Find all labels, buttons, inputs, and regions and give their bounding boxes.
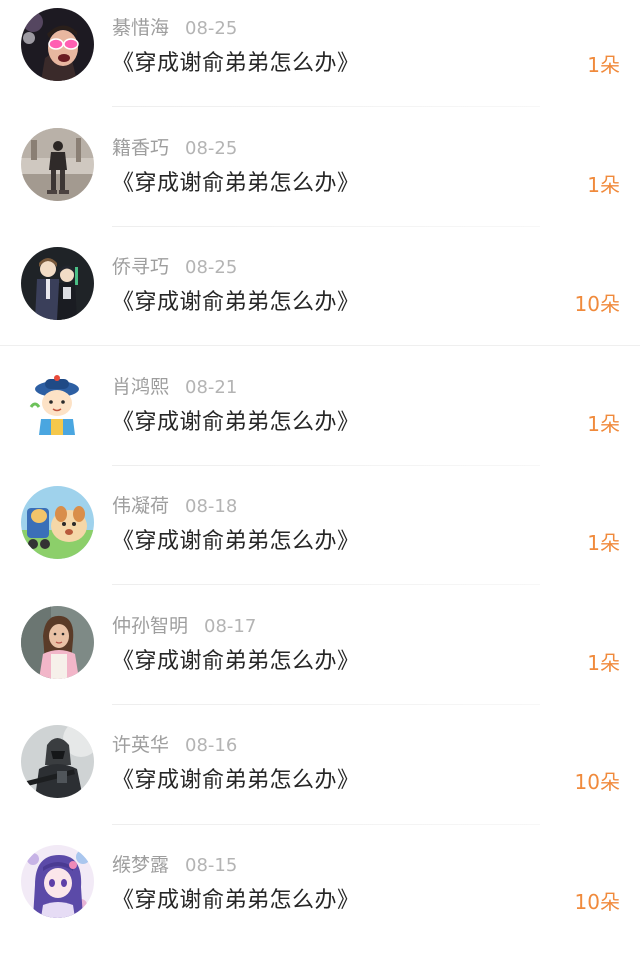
book-title[interactable]: 《穿成谢俞弟弟怎么办》 [112,526,360,558]
avatar[interactable] [21,486,94,559]
flower-count: 1朵 [587,173,620,197]
avatar[interactable] [21,367,94,440]
send-date: 08-15 [185,855,238,876]
divider [112,226,540,227]
sender-name[interactable]: 綦惜海 [112,17,169,39]
sender-meta: 伟凝荷 08-18 [112,492,237,520]
book-title[interactable]: 《穿成谢俞弟弟怎么办》 [112,287,360,319]
avatar[interactable] [21,725,94,798]
book-title[interactable]: 《穿成谢俞弟弟怎么办》 [112,646,360,678]
list-item[interactable]: 侨寻巧 08-25 《穿成谢俞弟弟怎么办》 10朵 [0,239,640,359]
flower-count: 1朵 [587,651,620,675]
sender-meta: 仲孙智明 08-17 [112,612,256,640]
sender-name[interactable]: 仲孙智明 [112,615,188,637]
sender-meta: 綦惜海 08-25 [112,14,237,42]
avatar[interactable] [21,247,94,320]
divider [112,704,540,705]
list-item[interactable]: 肖鸿熙 08-21 《穿成谢俞弟弟怎么办》 1朵 [0,359,640,479]
book-title[interactable]: 《穿成谢俞弟弟怎么办》 [112,407,360,439]
divider [112,106,540,107]
list-item[interactable]: 伟凝荷 08-18 《穿成谢俞弟弟怎么办》 1朵 [0,478,640,598]
list-item[interactable]: 仲孙智明 08-17 《穿成谢俞弟弟怎么办》 1朵 [0,598,640,718]
avatar-anime-girl-icon [21,845,94,918]
flower-count: 1朵 [587,531,620,555]
list-item[interactable]: 綦惜海 08-25 《穿成谢俞弟弟怎么办》 1朵 [0,0,640,120]
list-item[interactable]: 籍香巧 08-25 《穿成谢俞弟弟怎么办》 1朵 [0,120,640,240]
avatar-anime-pair-icon [21,247,94,320]
avatar[interactable] [21,8,94,81]
send-date: 08-25 [185,257,238,278]
book-title[interactable]: 《穿成谢俞弟弟怎么办》 [112,765,360,797]
sender-name[interactable]: 肖鸿熙 [112,376,169,398]
book-title[interactable]: 《穿成谢俞弟弟怎么办》 [112,48,360,80]
sender-meta: 侨寻巧 08-25 [112,253,237,281]
avatar[interactable] [21,606,94,679]
send-date: 08-25 [185,18,238,39]
sender-meta: 许英华 08-16 [112,731,237,759]
send-date: 08-17 [204,616,257,637]
divider [112,584,540,585]
divider [112,824,540,825]
sender-name[interactable]: 许英华 [112,734,169,756]
divider [0,345,640,346]
sender-meta: 肖鸿熙 08-21 [112,373,237,401]
sender-name[interactable]: 缑梦露 [112,854,169,876]
avatar[interactable] [21,128,94,201]
flower-count: 10朵 [574,770,620,794]
avatar-cartoon-dogs-icon [21,486,94,559]
send-date: 08-25 [185,138,238,159]
divider [112,465,540,466]
sender-name[interactable]: 伟凝荷 [112,495,169,517]
send-date: 08-16 [185,735,238,756]
gift-record-list: 綦惜海 08-25 《穿成谢俞弟弟怎么办》 1朵 籍香巧 08-25 《穿成谢俞… [0,0,640,957]
send-date: 08-21 [185,377,238,398]
sender-meta: 缑梦露 08-15 [112,851,237,879]
avatar[interactable] [21,845,94,918]
flower-count: 1朵 [587,412,620,436]
flower-count: 10朵 [574,890,620,914]
avatar-woman-portrait-icon [21,606,94,679]
sender-meta: 籍香巧 08-25 [112,134,237,162]
list-item[interactable]: 许英华 08-16 《穿成谢俞弟弟怎么办》 10朵 [0,717,640,837]
avatar-cartoon-official-icon [21,367,94,440]
flower-count: 1朵 [587,53,620,77]
avatar-person-walking-icon [21,128,94,201]
book-title[interactable]: 《穿成谢俞弟弟怎么办》 [112,885,360,917]
list-item[interactable]: 缑梦露 08-15 《穿成谢俞弟弟怎么办》 10朵 [0,837,640,957]
book-title[interactable]: 《穿成谢俞弟弟怎么办》 [112,168,360,200]
send-date: 08-18 [185,496,238,517]
sender-name[interactable]: 籍香巧 [112,137,169,159]
avatar-armored-soldier-icon [21,725,94,798]
avatar-pink-glasses-icon [21,8,94,81]
flower-count: 10朵 [574,292,620,316]
sender-name[interactable]: 侨寻巧 [112,256,169,278]
